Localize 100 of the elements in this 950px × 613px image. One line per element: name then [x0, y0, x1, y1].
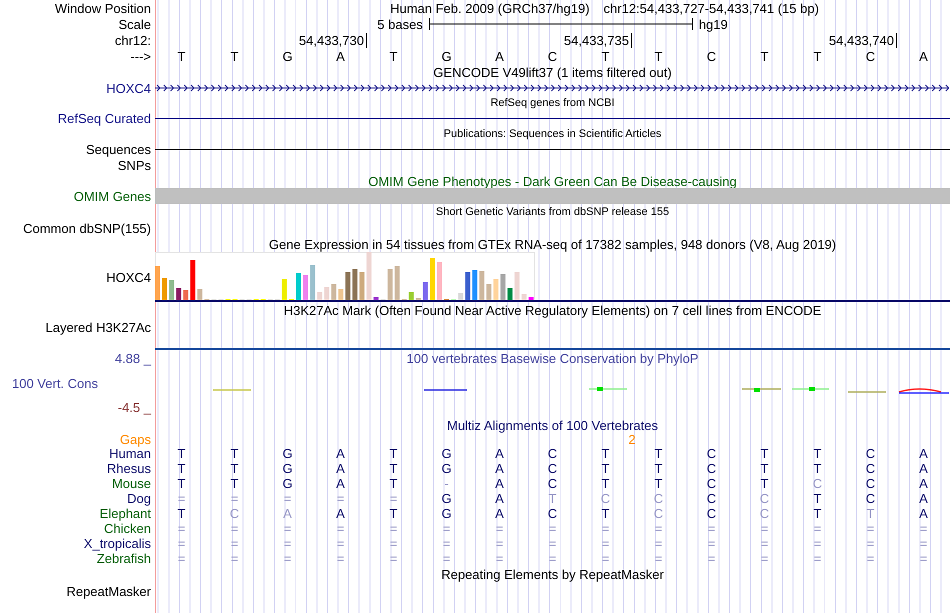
track-label[interactable]: Mouse: [112, 477, 151, 490]
base-letter: =: [866, 552, 876, 565]
base-letter: T: [388, 507, 398, 520]
base-letter: A: [282, 507, 293, 520]
track-label[interactable]: X_tropicalis: [84, 537, 151, 550]
base-letter: C: [652, 492, 664, 505]
base-letter: =: [230, 522, 240, 535]
base-letter: T: [600, 50, 610, 62]
track-label[interactable]: HOXC4: [106, 82, 151, 94]
base-letter: C: [864, 447, 876, 460]
base-letter: T: [600, 447, 610, 460]
base-letter: =: [866, 537, 876, 550]
base-letter: A: [335, 507, 346, 520]
base-letter: C: [864, 50, 876, 62]
base-letter: C: [864, 477, 876, 490]
base-letter: T: [812, 507, 822, 520]
gene-strand-drawing[interactable]: [155, 83, 949, 93]
base-letter: A: [494, 492, 505, 505]
base-letter: T: [760, 477, 770, 490]
base-letter: C: [812, 477, 824, 490]
base-letter: T: [230, 477, 240, 490]
base-letter: G: [440, 50, 453, 62]
base-letter: T: [812, 50, 822, 62]
base-letter: =: [812, 552, 822, 565]
base-letter: =: [282, 492, 292, 505]
base-letter: C: [546, 507, 558, 520]
row-label: Window Position: [54, 2, 151, 14]
base-letter: =: [760, 552, 770, 565]
base-letter: =: [442, 522, 452, 535]
base-letter: A: [494, 50, 505, 62]
base-letter: =: [388, 552, 398, 565]
base-letter: T: [654, 447, 664, 460]
base-letter: T: [600, 462, 610, 475]
base-letter: T: [760, 462, 770, 475]
track-label[interactable]: Human: [109, 447, 151, 460]
base-letter: T: [388, 50, 398, 62]
track-title: Publications: Sequences in Scientific Articles: [444, 128, 662, 140]
base-letter: C: [706, 492, 718, 505]
base-letter: =: [654, 552, 664, 565]
scale-length: 5 bases: [377, 18, 423, 30]
position-tick: 54,433,730: [298, 33, 367, 48]
track-title: Repeating Elements by RepeatMasker: [441, 568, 664, 580]
base-letter: =: [654, 522, 664, 535]
base-letter: T: [176, 50, 186, 62]
base-letter: A: [918, 507, 929, 520]
base-letter: A: [494, 462, 505, 475]
track-label[interactable]: RefSeq Curated: [58, 112, 151, 124]
base-letter: C: [546, 447, 558, 460]
base-letter: T: [812, 492, 822, 505]
track-label[interactable]: OMIM Genes: [74, 190, 151, 202]
base-letter: C: [706, 447, 718, 460]
base-letter: G: [281, 477, 294, 490]
base-letter: =: [282, 522, 292, 535]
axis-min-label: -4.5 _: [118, 401, 151, 414]
assembly-title: Human Feb. 2009 (GRCh37/hg19): [390, 2, 590, 14]
track-label[interactable]: Layered H3K27Ac: [45, 321, 151, 334]
base-letter: =: [336, 552, 346, 565]
base-letter: A: [335, 447, 346, 460]
base-letter: =: [230, 552, 240, 565]
track-title: GENCODE V49lift37 (1 items filtered out): [433, 66, 672, 78]
gap-count: 2: [627, 432, 637, 446]
base-letter: G: [440, 492, 453, 505]
base-letter: =: [866, 522, 876, 535]
base-letter: C: [600, 492, 612, 505]
row-label: --->: [130, 50, 151, 62]
track-label[interactable]: Common dbSNP(155): [23, 222, 151, 234]
base-letter: C: [706, 477, 718, 490]
base-letter: A: [335, 462, 346, 475]
base-letter: =: [600, 537, 610, 550]
track-label[interactable]: 100 Vert. Cons: [0, 376, 98, 390]
base-letter: T: [600, 507, 610, 520]
track-label[interactable]: SNPs: [118, 158, 151, 172]
base-letter: =: [282, 552, 292, 565]
base-letter: A: [918, 447, 929, 460]
base-letter: =: [442, 552, 452, 565]
base-letter: A: [335, 50, 346, 62]
base-letter: T: [388, 447, 398, 460]
base-letter: T: [654, 462, 664, 475]
track-label[interactable]: HOXC4: [106, 270, 151, 284]
base-letter: T: [812, 447, 822, 460]
track-label[interactable]: Chicken: [104, 522, 151, 535]
base-letter: =: [282, 537, 292, 550]
track-label[interactable]: RepeatMasker: [66, 585, 151, 598]
base-letter: A: [918, 50, 929, 62]
track-label[interactable]: Elephant: [100, 507, 151, 520]
base-letter: =: [706, 552, 716, 565]
base-letter: =: [494, 552, 504, 565]
track-label[interactable]: Sequences: [86, 142, 151, 156]
base-letter: T: [866, 507, 876, 520]
base-letter: =: [388, 492, 398, 505]
track-title: Multiz Alignments of 100 Vertebrates: [446, 418, 658, 432]
assembly-name: hg19: [698, 18, 728, 30]
track-label[interactable]: Zebrafish: [96, 552, 151, 565]
track-label[interactable]: Dog: [127, 492, 151, 505]
base-letter: T: [230, 447, 240, 460]
track-label[interactable]: Rhesus: [106, 462, 151, 475]
row-label: chr12:: [114, 34, 151, 46]
base-letter: A: [918, 492, 929, 505]
base-letter: T: [176, 462, 186, 475]
base-letter: =: [600, 552, 610, 565]
